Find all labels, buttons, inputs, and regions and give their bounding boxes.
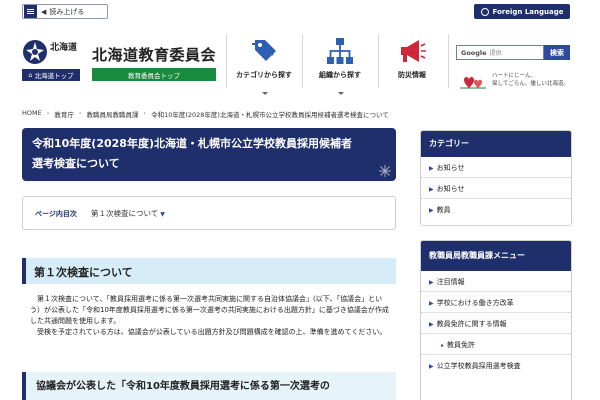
nav-category-label: カテゴリから探す bbox=[236, 71, 292, 79]
search-placeholder: 提供 bbox=[489, 50, 502, 57]
search-button[interactable]: 検索 bbox=[544, 45, 570, 60]
menu-link[interactable]: ▶ 教員免許に関する情報 bbox=[421, 313, 571, 334]
snowflake-icon bbox=[379, 165, 391, 177]
breadcrumb-current: 令和10年度(2028年度)北海道・札幌市公立学校教員採用候補者選考検査について bbox=[151, 111, 389, 119]
chevron-right-icon: ▶ bbox=[429, 300, 434, 307]
nav-category-search[interactable]: カテゴリから探す bbox=[226, 36, 302, 80]
prefecture-top-link[interactable]: ⌂ 北海道トップ bbox=[22, 69, 80, 81]
breadcrumb-item[interactable]: 教育庁 bbox=[54, 109, 74, 119]
subsection-heading: 協議会が公表した「令和10年度教員採用選考に係る第一次選考の bbox=[22, 372, 396, 400]
menu-label: 学校における働き方改革 bbox=[436, 299, 514, 307]
menu-label: 公立学校教員採用選考検査 bbox=[436, 362, 521, 370]
search-input[interactable]: Google 提供 bbox=[456, 45, 544, 60]
speaker-icon: ◀ bbox=[41, 7, 47, 16]
read-aloud-button[interactable]: ◀ 読み上げる bbox=[22, 4, 108, 19]
read-aloud-label: 読み上げる bbox=[49, 7, 85, 16]
body-paragraph: 受検を予定されている方は、協議会が公表している出題方針及び問題構成を確認の上、準… bbox=[37, 328, 387, 336]
menu-sublink[interactable]: ▸ 教員免許 bbox=[421, 334, 571, 355]
breadcrumb-separator: › bbox=[143, 109, 147, 117]
board-top-link[interactable]: 教育委員会トップ bbox=[92, 68, 216, 81]
globe-icon bbox=[480, 7, 489, 16]
nav-disaster-label: 防災情報 bbox=[398, 71, 426, 79]
tagline-line-1: ハートにじーん、 bbox=[492, 73, 537, 79]
page-toc: ページ内目次 第１次検査について ▼ bbox=[22, 196, 396, 230]
toc-link[interactable]: 第１次検査について ▼ bbox=[91, 208, 165, 219]
site-title[interactable]: 北海道教育委員会 bbox=[92, 44, 216, 65]
breadcrumb-home[interactable]: HOME bbox=[22, 109, 42, 119]
chevron-down-icon bbox=[338, 92, 344, 95]
tag-icon bbox=[252, 40, 276, 61]
megaphone-icon bbox=[401, 40, 426, 62]
menu-label: 教員免許に関する情報 bbox=[436, 320, 507, 328]
section-body: 第１次検査について、「教員採用選考に係る第一次選考共同実施に関する自治体協議会」… bbox=[30, 294, 390, 338]
section-heading: 第１次検査について bbox=[22, 258, 396, 284]
chevron-right-icon: ▸ bbox=[441, 342, 445, 349]
chevron-right-icon: ▶ bbox=[429, 207, 434, 214]
header-divider bbox=[448, 34, 449, 88]
category-link[interactable]: ▶ お知らせ bbox=[421, 157, 571, 178]
breadcrumb: HOME › 教育庁 › 教職員局教職員課 › 令和10年度(2028年度)北海… bbox=[22, 109, 389, 119]
body-paragraph: 第１次検査について、「教員採用選考に係る第一次選考共同実施に関する自治体協議会」… bbox=[30, 295, 389, 325]
category-link[interactable]: ▶ 教員 bbox=[421, 199, 571, 220]
page-title: 令和10年度(2028年度)北海道・札幌市公立学校教員採用候補者 選考検査につい… bbox=[22, 128, 396, 181]
tagline-text: ハートにじーん、 探してごらん、優しい北海道。 bbox=[492, 72, 569, 88]
sidebar-category-title: カテゴリー bbox=[421, 131, 571, 157]
org-chart-icon bbox=[327, 38, 353, 64]
menu-icon[interactable] bbox=[24, 5, 37, 18]
heart-logo-icon bbox=[460, 77, 486, 89]
category-label: お知らせ bbox=[436, 185, 465, 193]
menu-label: 教員免許 bbox=[447, 341, 476, 349]
category-label: お知らせ bbox=[436, 164, 465, 172]
sidebar-menu-title: 教職員局教職員課メニュー bbox=[421, 241, 571, 271]
nav-disaster-info[interactable]: 防災情報 bbox=[374, 36, 450, 80]
chevron-down-icon bbox=[262, 92, 268, 95]
sidebar-category: カテゴリー ▶ お知らせ ▶ お知らせ ▶ 教員 bbox=[420, 130, 572, 226]
site-header: 北海道 ⌂ 北海道トップ 北海道教育委員会 教育委員会トップ カテゴリから探す … bbox=[0, 26, 600, 96]
toc-label: ページ内目次 bbox=[35, 210, 77, 218]
nav-organization-search[interactable]: 組織から探す bbox=[302, 36, 378, 80]
hokkaido-emblem-icon[interactable] bbox=[22, 39, 48, 65]
foreign-language-label: Foreign Language bbox=[492, 7, 564, 16]
breadcrumb-separator: › bbox=[46, 109, 50, 117]
nav-organization-label: 組織から探す bbox=[319, 71, 361, 79]
sidebar-department-menu: 教職員局教職員課メニュー ▶ 注目情報 ▶ 学校における働き方改革 ▶ 教員免許に関す… bbox=[420, 240, 572, 400]
tagline-line-2: 探してごらん、優しい北海道。 bbox=[492, 81, 569, 87]
google-brand: Google bbox=[461, 48, 487, 57]
chevron-right-icon: ▶ bbox=[429, 279, 434, 286]
category-link[interactable]: ▶ お知らせ bbox=[421, 178, 571, 199]
chevron-right-icon: ▶ bbox=[429, 165, 434, 172]
top-bar: ◀ 読み上げる Foreign Language bbox=[0, 0, 600, 24]
chevron-right-icon: ▶ bbox=[429, 321, 434, 328]
page-title-line-1: 令和10年度(2028年度)北海道・札幌市公立学校教員採用候補者 bbox=[32, 137, 352, 150]
chevron-right-icon: ▶ bbox=[429, 186, 434, 193]
breadcrumb-item[interactable]: 教職員局教職員課 bbox=[86, 109, 138, 119]
chevron-right-icon: ▶ bbox=[429, 363, 434, 370]
prefecture-top-label: 北海道トップ bbox=[34, 72, 74, 80]
chevron-down-icon: ▼ bbox=[160, 211, 165, 218]
tagline: ハートにじーん、 探してごらん、優しい北海道。 bbox=[458, 70, 572, 94]
menu-link[interactable]: ▶ 学校における働き方改革 bbox=[421, 292, 571, 313]
home-icon: ⌂ bbox=[28, 71, 33, 79]
category-label: 教員 bbox=[436, 206, 451, 214]
breadcrumb-separator: › bbox=[78, 109, 82, 117]
prefecture-name: 北海道 bbox=[50, 43, 78, 53]
menu-link[interactable]: ▶ 公立学校教員採用選考検査 bbox=[421, 355, 571, 376]
foreign-language-button[interactable]: Foreign Language bbox=[474, 4, 570, 19]
menu-link[interactable]: ▶ 注目情報 bbox=[421, 271, 571, 292]
toc-link-label: 第１次検査について bbox=[91, 209, 159, 218]
page-title-line-2: 選考検査について bbox=[32, 157, 120, 170]
menu-label: 注目情報 bbox=[436, 278, 465, 286]
